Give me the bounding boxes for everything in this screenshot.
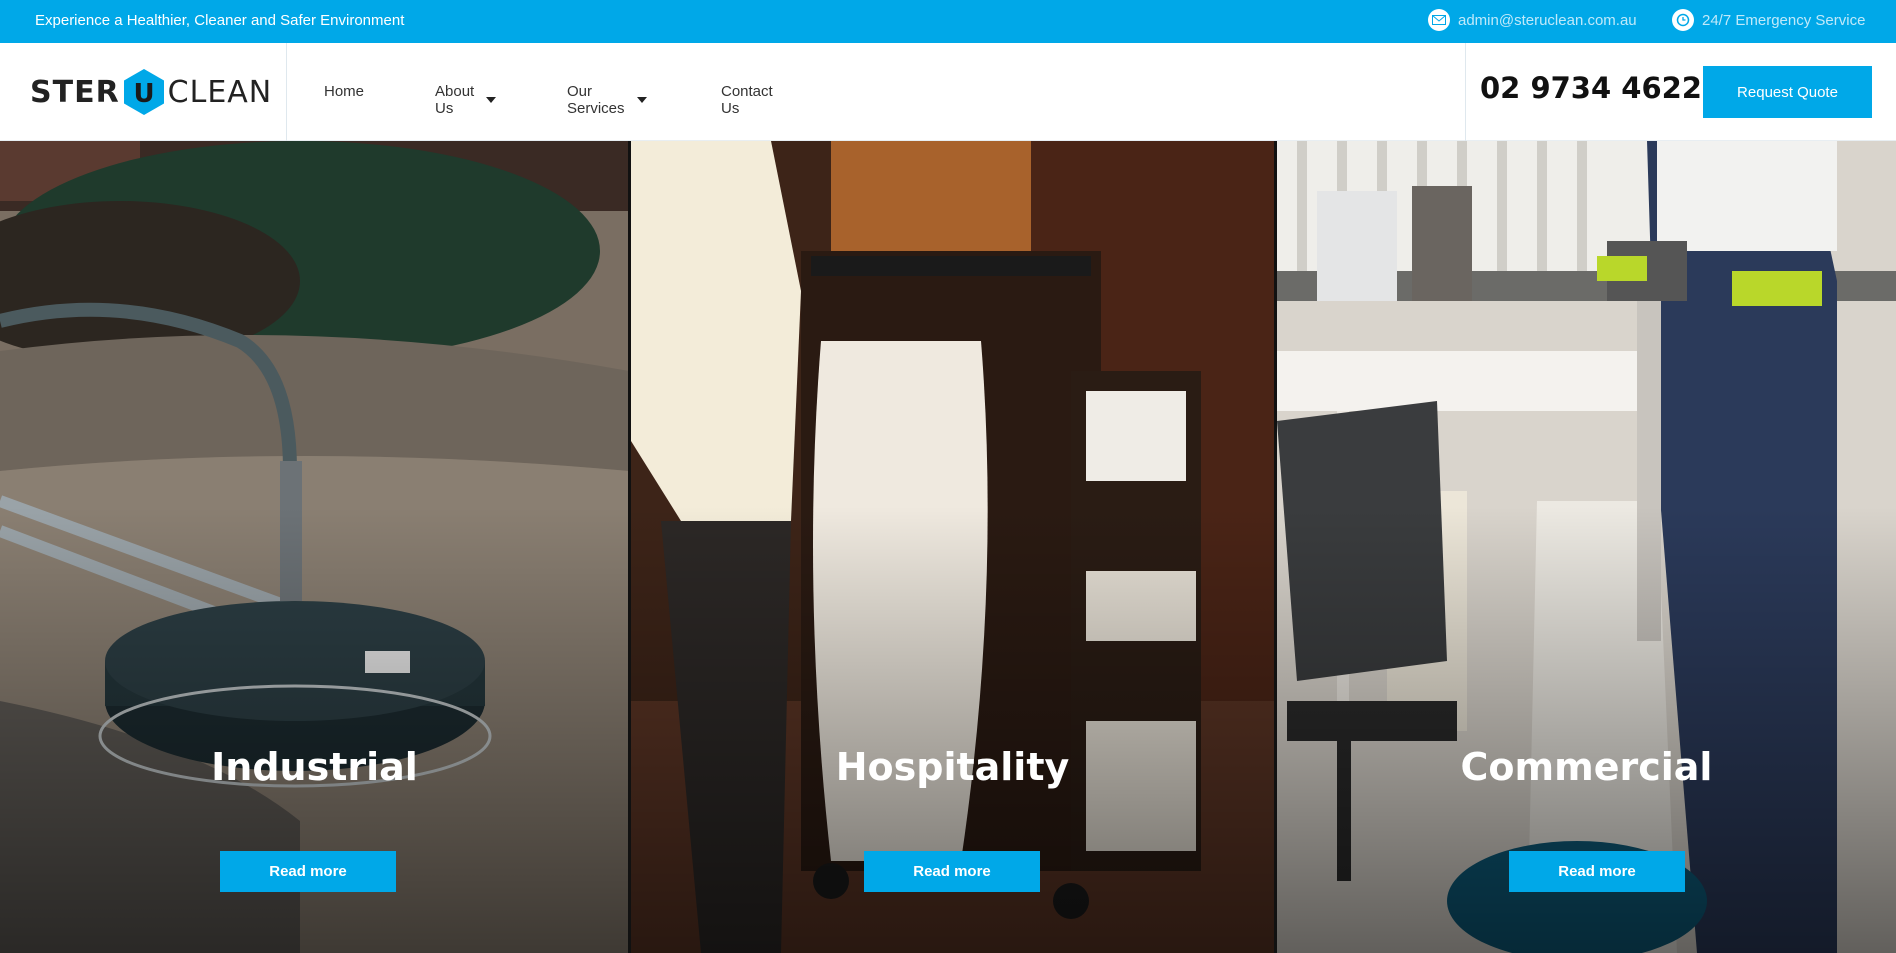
nav-our-services-label[interactable]: Our Services (567, 83, 625, 117)
clock-icon (1672, 9, 1694, 31)
header-divider-left (286, 43, 287, 141)
panel-title-commercial: Commercial (1460, 745, 1713, 789)
chevron-down-icon[interactable] (636, 97, 647, 103)
logo-mark-letter: U (133, 79, 154, 109)
nav-contact-us-label[interactable]: Contact Us (721, 83, 773, 117)
site-header: STER U CLEAN Home About Us Our Services … (0, 43, 1896, 141)
site-logo[interactable]: STER U CLEAN (30, 67, 272, 117)
panel-title-industrial: Industrial (211, 745, 418, 789)
email-text[interactable]: admin@steruclean.com.au (1458, 12, 1637, 29)
panel-title-hospitality: Hospitality (835, 745, 1070, 789)
read-more-commercial-button[interactable]: Read more (1509, 851, 1685, 892)
email-link[interactable]: admin@steruclean.com.au (1428, 9, 1637, 31)
logo-word-ster: STER (30, 74, 120, 110)
emergency-service: 24/7 Emergency Service (1672, 9, 1865, 31)
emergency-text: 24/7 Emergency Service (1702, 11, 1866, 29)
nav-home[interactable]: Home (324, 83, 364, 100)
nav-about-us-label[interactable]: About Us (435, 83, 474, 117)
logo-hexagon-icon: U (123, 69, 164, 115)
read-more-hospitality-button[interactable]: Read more (864, 851, 1040, 892)
request-quote-button[interactable]: Request Quote (1703, 66, 1872, 118)
nav-home-label[interactable]: Home (324, 83, 364, 100)
top-bar: Experience a Healthier, Cleaner and Safe… (0, 0, 1896, 43)
logo-word-clean: CLEAN (167, 74, 273, 110)
header-divider-right (1465, 43, 1466, 141)
phone-number[interactable]: 02 9734 4622 (1480, 71, 1702, 105)
panel-industrial[interactable]: Industrial Read more (0, 141, 629, 953)
read-more-industrial-button[interactable]: Read more (220, 851, 396, 892)
service-panels: Industrial Read more Hospitality Read mo… (0, 141, 1896, 953)
nav-contact-us[interactable]: Contact Us (721, 83, 773, 117)
nav-our-services[interactable]: Our Services (567, 83, 647, 117)
tagline: Experience a Healthier, Cleaner and Safe… (35, 12, 405, 29)
nav-about-us[interactable]: About Us (435, 83, 497, 117)
envelope-icon (1428, 9, 1450, 31)
chevron-down-icon[interactable] (486, 97, 497, 103)
panel-hospitality[interactable]: Hospitality Read more (631, 141, 1274, 953)
panel-commercial[interactable]: Commercial Read more (1277, 141, 1896, 953)
